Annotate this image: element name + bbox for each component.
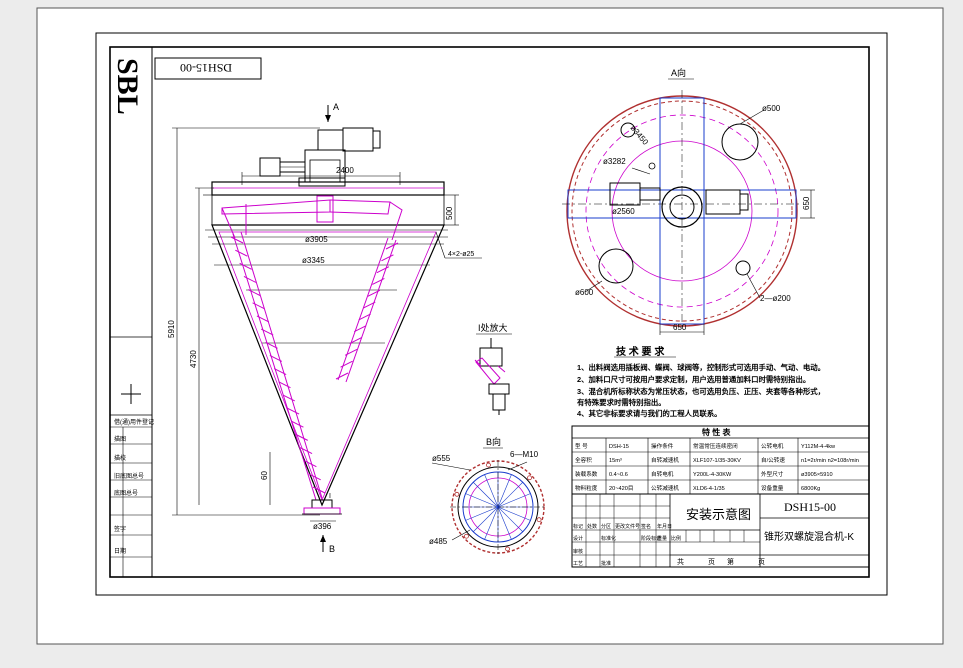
- strip-label-2: 底图总号: [114, 489, 138, 497]
- product-name: 锥形双螺旋混合机-K: [764, 530, 854, 543]
- title-block-cell: 工艺: [573, 561, 583, 567]
- title-block-cell: 设计: [573, 535, 583, 542]
- spec-cell: n1=2r/min n2=108r/min: [801, 458, 859, 464]
- spec-cell: 装载系数: [575, 470, 598, 478]
- dim-d3905: ø3905: [305, 235, 328, 244]
- notes-heading: 技 术 要 求: [616, 345, 665, 358]
- footer-total: 共: [677, 557, 684, 566]
- title-block-cell: 签名: [641, 523, 651, 530]
- strip-label-1: 旧底图总号: [114, 472, 144, 480]
- spec-cell: Y200L-4-30KW: [693, 472, 732, 478]
- logo: SBL: [111, 58, 144, 115]
- spec-cell: 15m³: [609, 458, 622, 464]
- note-3-cont: 有特殊要求时需特别指出。: [577, 398, 666, 407]
- strip-label-0: 借(通)用件登记: [114, 418, 154, 426]
- drawing-number: DSH15-00: [784, 500, 836, 514]
- dim-60: 60: [260, 471, 269, 480]
- spec-cell: ø3905×5910: [801, 472, 833, 478]
- dim-d396: ø396: [313, 522, 332, 531]
- a-dim-650-horizontal: 650: [673, 323, 687, 332]
- a-dim-650-vertical: 650: [802, 196, 811, 210]
- a-dim-d600: ø600: [575, 288, 594, 297]
- spec-cell: 型 号: [575, 442, 588, 450]
- footer-page-1: 页: [708, 558, 715, 566]
- spec-cell: Y112M-4-4kw: [801, 444, 836, 450]
- arrow-a-label: A: [333, 102, 339, 112]
- strip-label-3: 签字: [114, 525, 126, 533]
- spec-cell: 常温常压连续密闭: [693, 442, 738, 450]
- dim-4730: 4730: [189, 350, 198, 368]
- title-block-cell: 审核: [573, 548, 583, 555]
- footer-page-2: 页: [758, 558, 765, 566]
- dim-d3345: ø3345: [302, 256, 325, 265]
- spec-cell: DSH-15: [609, 444, 629, 450]
- engineering-drawing: 借(通)用件登记 旧底图总号 底图总号 签字 日期 描图 描校 SBL DSH1…: [0, 0, 963, 668]
- spec-cell: XLF107-1/35-30KV: [693, 458, 741, 464]
- dim-4x25-holes: 4×2-ø25: [448, 251, 474, 258]
- b-dim-d485: ø485: [429, 537, 448, 546]
- title-block-cell: 年月日: [657, 523, 672, 530]
- a-view-title: A向: [671, 67, 686, 78]
- dim-5910: 5910: [167, 320, 176, 338]
- strip-label-6: 描校: [114, 454, 126, 462]
- strip-label-4: 日期: [114, 547, 126, 555]
- strip-label-5: 描图: [114, 435, 126, 443]
- spec-cell: 设备重量: [761, 484, 784, 492]
- note-2: 2、加料口尺寸可按用户要求定制，用户选用普通加料口时需特别指出。: [577, 375, 810, 384]
- note-1: 1、出料阀选用插板阀、蝶阀、球阀等，控制形式可选用手动、气动、电动。: [577, 363, 825, 372]
- spec-cell: 外型尺寸: [761, 470, 784, 478]
- spec-cell: 自/公转速: [761, 456, 785, 464]
- title-block-cell: 更改文件号: [615, 523, 640, 530]
- b-dim-d555: ø555: [432, 454, 451, 463]
- spec-cell: 20~420目: [609, 485, 633, 492]
- drawing-no-rotated: DSH15-00: [180, 61, 232, 75]
- spec-cell: 物料粒度: [575, 484, 598, 492]
- title-block-cell: 处数: [587, 523, 597, 530]
- spec-cell: 公转电机: [761, 442, 784, 450]
- spec-cell: 自转减速机: [651, 456, 679, 464]
- spec-cell: 全容积: [575, 456, 592, 464]
- arrow-b-label: B: [329, 544, 335, 554]
- a-dim-d2560: ø2560: [612, 207, 635, 216]
- dim-500: 500: [445, 206, 454, 220]
- spec-cell: XLD6-4-1/35: [693, 486, 725, 492]
- title-block-cell: 比例: [671, 535, 681, 542]
- spec-cell: 公转减速机: [651, 484, 679, 492]
- title-block-cell: 重量: [657, 535, 667, 542]
- detail-i-title: I处放大: [478, 322, 508, 333]
- dim-2400: 2400: [336, 166, 354, 175]
- title-block-cell: 批准: [601, 560, 611, 567]
- spec-cell: 0.4~0.6: [609, 472, 628, 478]
- a-dim-d3282: ø3282: [603, 157, 626, 166]
- title-block-cell: 标记: [573, 523, 583, 530]
- b-dim-6m10: 6—M10: [510, 450, 539, 459]
- spec-table-title: 特 性 表: [702, 427, 731, 437]
- note-3: 3、混合机所标称状态为常压状态，也可选用负压、正压、夹套等各种形式，: [577, 387, 825, 396]
- b-view-title: B向: [486, 436, 501, 447]
- title-block-cell: 标准化: [601, 535, 616, 542]
- a-dim-2xd200: 2—ø200: [760, 294, 791, 303]
- title-block-cell: 分区: [601, 523, 611, 530]
- footer-no: 第: [727, 557, 734, 566]
- note-4: 4、其它非标要求请与我们的工程人员联系。: [577, 409, 722, 418]
- spec-cell: 操作条件: [651, 442, 674, 450]
- spec-cell: 自转电机: [651, 470, 674, 478]
- a-dim-d500: ø500: [762, 104, 781, 113]
- mark-i: I: [329, 493, 331, 500]
- spec-cell: 6800Kg: [801, 486, 820, 492]
- drawing-title: 安装示意图: [686, 507, 751, 522]
